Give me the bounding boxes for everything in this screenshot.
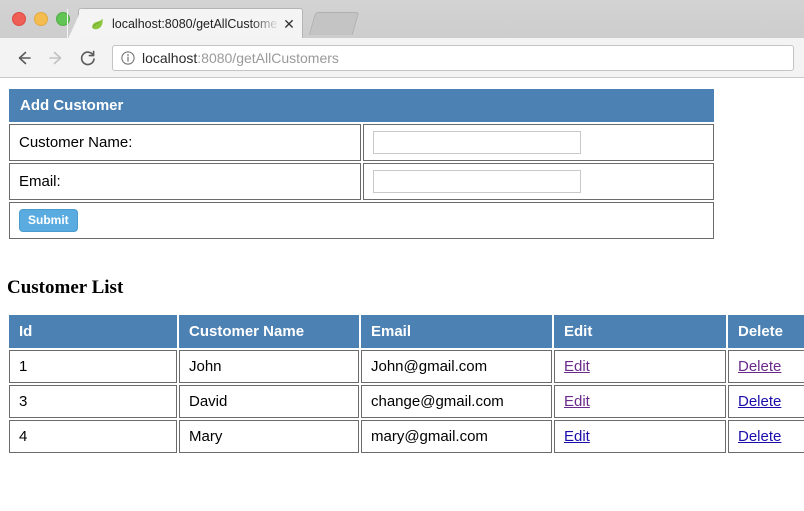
cell-customer-name: Mary: [179, 420, 359, 453]
browser-tab[interactable]: localhost:8080/getAllCustome ✕: [78, 8, 303, 38]
cell-delete: Delete: [728, 350, 804, 383]
add-customer-header-row: Add Customer: [9, 89, 714, 122]
edit-link[interactable]: Edit: [564, 358, 590, 375]
tab-strip: localhost:8080/getAllCustome ✕: [0, 0, 804, 38]
submit-button[interactable]: Submit: [19, 209, 78, 232]
tab-title: localhost:8080/getAllCustome: [112, 17, 280, 31]
email-input[interactable]: [373, 170, 581, 193]
cell-customer-name: David: [179, 385, 359, 418]
column-header-id: Id: [9, 315, 177, 348]
table-row: 1 John John@gmail.com Edit Delete: [9, 350, 804, 383]
add-customer-table: Add Customer Customer Name: Email: Submi…: [7, 87, 716, 241]
column-header-edit: Edit: [554, 315, 726, 348]
reload-icon[interactable]: [74, 44, 102, 72]
browser-toolbar: localhost:8080/getAllCustomers: [0, 38, 804, 78]
address-bar[interactable]: localhost:8080/getAllCustomers: [112, 45, 794, 71]
column-header-delete: Delete: [728, 315, 804, 348]
cell-edit: Edit: [554, 350, 726, 383]
cell-email: John@gmail.com: [361, 350, 552, 383]
table-row: 3 David change@gmail.com Edit Delete: [9, 385, 804, 418]
minimize-window-button[interactable]: [34, 12, 48, 26]
email-field-cell: [363, 163, 715, 200]
new-tab-button[interactable]: [309, 12, 360, 35]
cell-id: 1: [9, 350, 177, 383]
customer-name-label: Customer Name:: [9, 124, 361, 161]
customer-name-row: Customer Name:: [9, 124, 714, 161]
url-host: localhost: [142, 50, 197, 66]
info-circle-icon[interactable]: [121, 51, 135, 65]
cell-email: change@gmail.com: [361, 385, 552, 418]
cell-delete: Delete: [728, 385, 804, 418]
customer-list-body: 1 John John@gmail.com Edit Delete 3 Davi…: [9, 350, 804, 453]
spring-leaf-icon: [89, 16, 105, 32]
delete-link[interactable]: Delete: [738, 393, 781, 410]
customer-name-input[interactable]: [373, 131, 581, 154]
edit-link[interactable]: Edit: [564, 393, 590, 410]
email-row: Email:: [9, 163, 714, 200]
cell-edit: Edit: [554, 385, 726, 418]
cell-customer-name: John: [179, 350, 359, 383]
delete-link[interactable]: Delete: [738, 428, 781, 445]
email-label: Email:: [9, 163, 361, 200]
customer-name-field-cell: [363, 124, 715, 161]
customer-list-table: Id Customer Name Email Edit Delete 1 Joh…: [7, 313, 804, 455]
column-header-customer-name: Customer Name: [179, 315, 359, 348]
url-path: :8080/getAllCustomers: [197, 50, 339, 66]
add-customer-title: Add Customer: [9, 89, 714, 122]
cell-delete: Delete: [728, 420, 804, 453]
table-row: 4 Mary mary@gmail.com Edit Delete: [9, 420, 804, 453]
add-customer-form: Add Customer Customer Name: Email: Submi…: [7, 87, 804, 241]
browser-chrome: localhost:8080/getAllCustome ✕: [0, 0, 804, 78]
window-controls: [12, 12, 70, 26]
cell-email: mary@gmail.com: [361, 420, 552, 453]
column-header-email: Email: [361, 315, 552, 348]
back-arrow-icon[interactable]: [10, 44, 38, 72]
forward-arrow-icon: [42, 44, 70, 72]
cell-edit: Edit: [554, 420, 726, 453]
customer-list-title: Customer List: [7, 277, 804, 299]
delete-link[interactable]: Delete: [738, 358, 781, 375]
submit-row: Submit: [9, 202, 714, 239]
page-content: Add Customer Customer Name: Email: Submi…: [0, 78, 804, 510]
submit-cell: Submit: [9, 202, 714, 239]
cell-id: 4: [9, 420, 177, 453]
customer-list-header-row: Id Customer Name Email Edit Delete: [9, 315, 804, 348]
customer-list-head: Id Customer Name Email Edit Delete: [9, 315, 804, 348]
cell-id: 3: [9, 385, 177, 418]
url-text: localhost:8080/getAllCustomers: [142, 50, 339, 66]
edit-link[interactable]: Edit: [564, 428, 590, 445]
close-window-button[interactable]: [12, 12, 26, 26]
close-tab-icon[interactable]: ✕: [282, 17, 296, 31]
